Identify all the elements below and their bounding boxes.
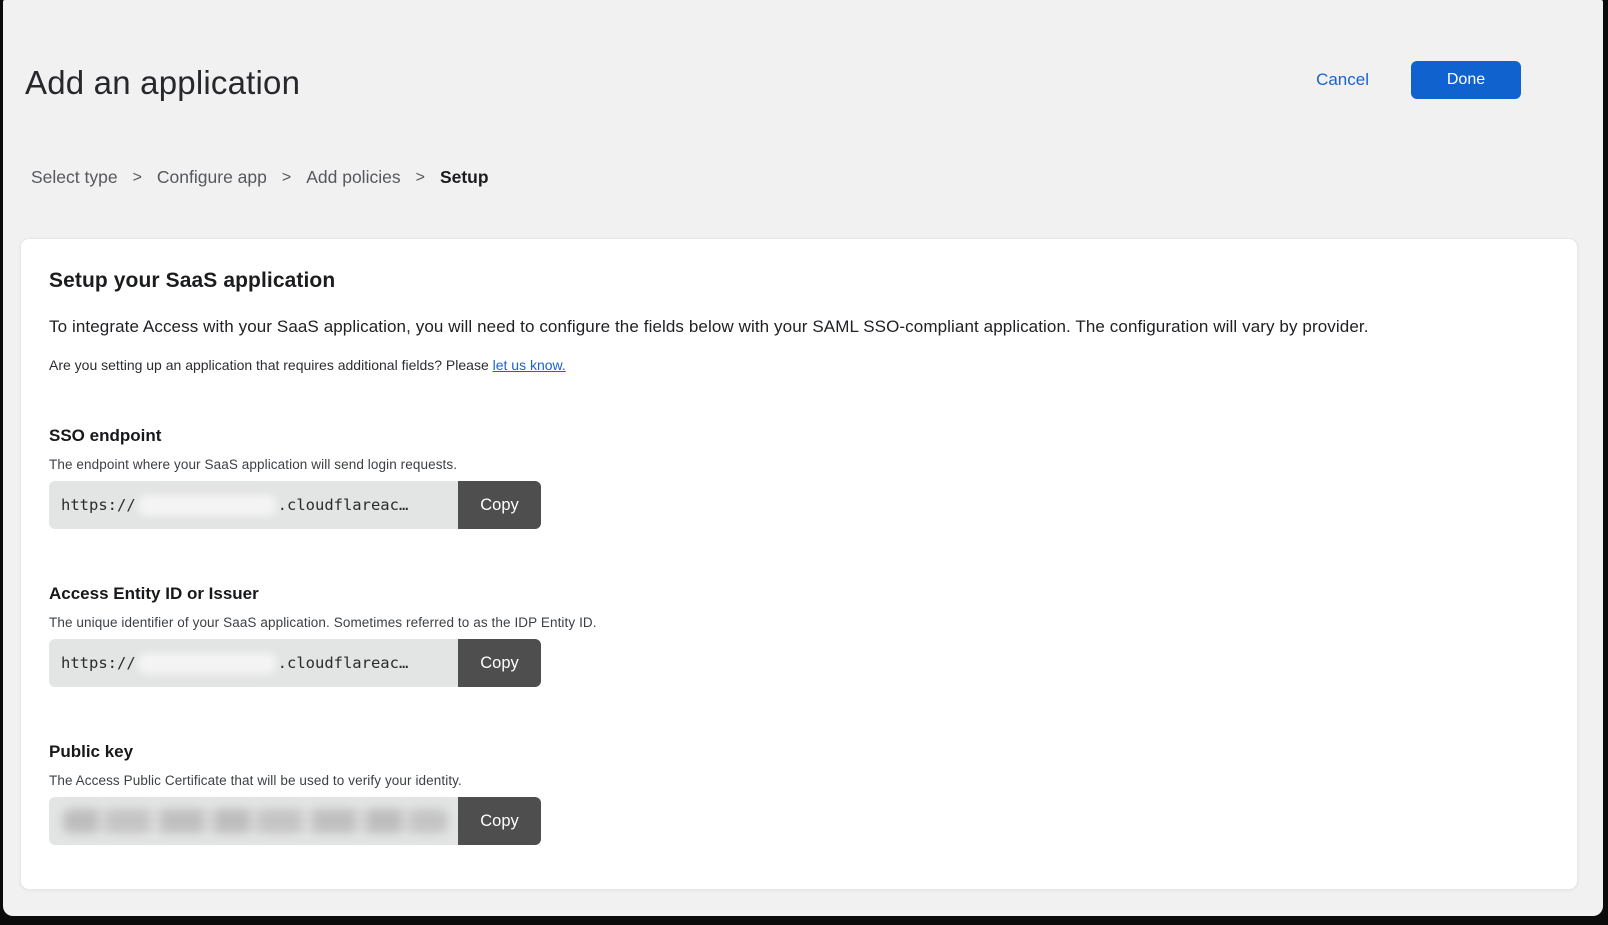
value-suffix: .cloudflareac… xyxy=(278,654,409,672)
header-actions: Cancel Done xyxy=(1316,61,1521,99)
redacted-text xyxy=(63,809,448,833)
field-label: SSO endpoint xyxy=(49,426,1549,446)
breadcrumb: Select type > Configure app > Add polici… xyxy=(31,167,489,188)
card-note: Are you setting up an application that r… xyxy=(49,357,1549,373)
copy-button-sso-endpoint[interactable]: Copy xyxy=(458,481,541,529)
field-row: https:// .cloudflareac… Copy xyxy=(49,639,541,687)
breadcrumb-separator: > xyxy=(282,169,291,187)
breadcrumb-step-setup: Setup xyxy=(440,167,489,188)
entity-id-value: https:// .cloudflareac… xyxy=(49,639,458,687)
value-prefix: https:// xyxy=(61,654,136,672)
breadcrumb-separator: > xyxy=(133,169,142,187)
let-us-know-link[interactable]: let us know. xyxy=(493,357,566,373)
done-button[interactable]: Done xyxy=(1411,61,1521,99)
field-label: Public key xyxy=(49,742,1549,762)
cancel-button[interactable]: Cancel xyxy=(1316,70,1369,90)
page: Add an application Cancel Done Select ty… xyxy=(3,0,1603,916)
field-row: https:// .cloudflareac… Copy xyxy=(49,481,541,529)
card-intro-text: To integrate Access with your SaaS appli… xyxy=(49,317,1549,337)
value-suffix: .cloudflareac… xyxy=(278,496,409,514)
page-title: Add an application xyxy=(25,64,300,102)
field-label: Access Entity ID or Issuer xyxy=(49,584,1549,604)
copy-button-entity-id[interactable]: Copy xyxy=(458,639,541,687)
card-note-text: Are you setting up an application that r… xyxy=(49,357,493,373)
sso-endpoint-value: https:// .cloudflareac… xyxy=(49,481,458,529)
breadcrumb-step-configure-app[interactable]: Configure app xyxy=(157,167,267,188)
card-heading: Setup your SaaS application xyxy=(49,269,1549,293)
breadcrumb-step-select-type[interactable]: Select type xyxy=(31,167,118,188)
field-group-sso-endpoint: SSO endpoint The endpoint where your Saa… xyxy=(49,426,1549,529)
breadcrumb-separator: > xyxy=(416,169,425,187)
field-group-public-key: Public key The Access Public Certificate… xyxy=(49,742,1549,845)
field-row: Copy xyxy=(49,797,541,845)
value-prefix: https:// xyxy=(61,496,136,514)
setup-card: Setup your SaaS application To integrate… xyxy=(20,238,1578,890)
public-key-value xyxy=(49,797,458,845)
field-description: The endpoint where your SaaS application… xyxy=(49,457,1549,472)
field-description: The Access Public Certificate that will … xyxy=(49,773,1549,788)
field-description: The unique identifier of your SaaS appli… xyxy=(49,615,1549,630)
redacted-text xyxy=(138,495,276,516)
field-group-entity-id: Access Entity ID or Issuer The unique id… xyxy=(49,584,1549,687)
redacted-text xyxy=(138,653,276,674)
copy-button-public-key[interactable]: Copy xyxy=(458,797,541,845)
breadcrumb-step-add-policies[interactable]: Add policies xyxy=(306,167,400,188)
